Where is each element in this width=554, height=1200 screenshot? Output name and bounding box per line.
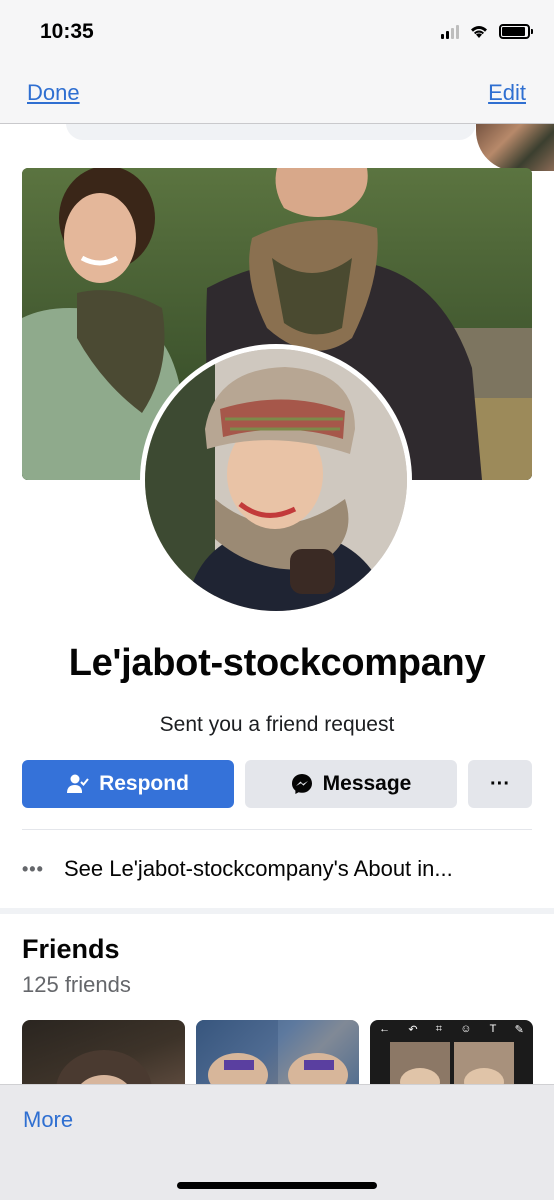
navigation-bar: Done Edit: [0, 66, 554, 124]
friends-section-title: Friends: [22, 934, 120, 964]
profile-thumbnail-fragment: [476, 124, 554, 171]
friend-photo: [56, 1050, 152, 1084]
respond-label: Respond: [99, 772, 189, 795]
message-label: Message: [322, 772, 412, 795]
message-button[interactable]: Message: [245, 760, 457, 808]
see-about-row[interactable]: ••• See Le'jabot-stockcompany's About in…: [22, 846, 532, 892]
battery-icon: [499, 24, 533, 39]
done-button[interactable]: Done: [27, 80, 80, 106]
edit-button[interactable]: Edit: [488, 80, 526, 106]
section-separator: [0, 908, 554, 914]
respond-button[interactable]: Respond: [22, 760, 234, 808]
ellipsis-icon: •••: [22, 858, 44, 879]
more-button[interactable]: More: [23, 1107, 73, 1133]
friends-count: 125 friends: [22, 972, 131, 997]
avatar: [145, 349, 407, 611]
status-time: 10:35: [40, 20, 94, 43]
friend-photo: [196, 1020, 359, 1084]
messenger-icon: [291, 774, 312, 794]
bottom-toolbar: More: [0, 1084, 554, 1200]
friend-thumbnail[interactable]: [196, 1020, 359, 1084]
person-check-icon: [67, 774, 89, 793]
friend-request-status: Sent you a friend request: [159, 713, 395, 736]
friend-photo: [390, 1042, 514, 1084]
cellular-signal-icon: [441, 24, 459, 39]
divider: [22, 829, 532, 830]
more-options-button[interactable]: ···: [468, 760, 532, 808]
profile-name: Le'jabot-stockcompany: [68, 642, 486, 684]
friend-thumbnail[interactable]: [22, 1020, 185, 1084]
screenshot-content: Le'jabot-stockcompany Sent you a friend …: [0, 124, 554, 1084]
see-about-link: See Le'jabot-stockcompany's About in...: [64, 856, 453, 881]
status-icons: [441, 24, 533, 39]
search-bar-fragment: [66, 124, 476, 140]
profile-picture[interactable]: [140, 344, 412, 616]
top-strip: [0, 124, 554, 171]
status-bar: 10:35: [0, 0, 554, 66]
avatar-image: [145, 349, 407, 611]
profile-actions: Respond Message ···: [22, 760, 532, 808]
friend-thumbnail[interactable]: ← ↶ ⌗ ☺ T ✎: [370, 1020, 533, 1084]
home-indicator[interactable]: [177, 1182, 377, 1189]
wifi-icon: [471, 26, 487, 38]
battery-fill: [502, 27, 525, 36]
ellipsis-icon: ···: [490, 772, 510, 795]
